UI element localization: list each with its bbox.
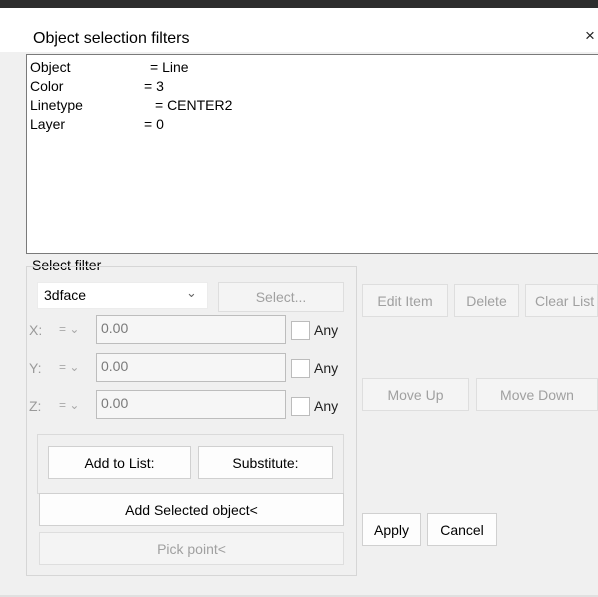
y-label: Y: (29, 360, 42, 376)
add-to-list-button[interactable]: Add to List: (48, 446, 191, 479)
filter-value: = Line (150, 59, 189, 75)
chevron-down-icon: ⌄ (69, 322, 80, 336)
z-any-checkbox[interactable] (291, 397, 310, 416)
edit-item-button[interactable]: Edit Item (362, 284, 448, 317)
z-any-label: Any (314, 398, 339, 414)
filter-key: Object (30, 59, 71, 75)
y-value-field[interactable]: 0.00 (96, 353, 286, 382)
add-selected-object-button[interactable]: Add Selected object< (39, 493, 344, 526)
x-label: X: (29, 322, 43, 338)
window-top-edge (0, 0, 598, 8)
title-bar: Object selection filters × (0, 8, 598, 52)
filter-type-value: 3dface (44, 287, 87, 303)
x-any-label: Any (314, 322, 339, 338)
select-button[interactable]: Select... (218, 282, 344, 312)
chevron-down-icon: ⌄ (69, 398, 80, 412)
z-operator-dropdown[interactable]: = ⌄ (59, 398, 79, 412)
z-label: Z: (29, 398, 42, 414)
filter-value: = 0 (144, 116, 164, 132)
filter-key: Linetype (30, 97, 83, 113)
filter-list-item[interactable]: Layer = 0 (30, 116, 164, 134)
z-value-field[interactable]: 0.00 (96, 390, 286, 419)
x-any-checkbox[interactable] (291, 321, 310, 340)
substitute-button[interactable]: Substitute: (198, 446, 333, 479)
chevron-down-icon: ⌄ (69, 360, 80, 374)
y-operator-dropdown[interactable]: = ⌄ (59, 360, 79, 374)
x-operator-value: = (59, 322, 67, 336)
filter-type-dropdown[interactable]: 3dface ⌄ (37, 282, 208, 309)
filter-key: Color (30, 78, 64, 94)
z-operator-value: = (59, 398, 67, 412)
y-any-checkbox[interactable] (291, 359, 310, 378)
filter-list-item[interactable]: Object = Line (30, 59, 189, 77)
apply-button[interactable]: Apply (362, 513, 421, 546)
filter-list-item[interactable]: Color = 3 (30, 78, 164, 96)
chevron-down-icon: ⌄ (186, 285, 197, 300)
close-icon[interactable]: × (585, 26, 595, 46)
x-value-field[interactable]: 0.00 (96, 315, 286, 344)
pick-point-button[interactable]: Pick point< (39, 532, 344, 565)
move-down-button[interactable]: Move Down (476, 378, 598, 411)
filter-list[interactable]: Object = Line Color = 3 Linetype = CENTE… (26, 54, 598, 254)
window-title: Object selection filters (33, 30, 190, 47)
cancel-button[interactable]: Cancel (427, 513, 497, 546)
select-filter-group (26, 266, 357, 576)
y-any-label: Any (314, 360, 339, 376)
clear-list-button[interactable]: Clear List (525, 284, 598, 317)
filter-value: = CENTER2 (155, 97, 233, 113)
filter-value: = 3 (144, 78, 164, 94)
x-operator-dropdown[interactable]: = ⌄ (59, 322, 79, 336)
move-up-button[interactable]: Move Up (362, 378, 469, 411)
y-operator-value: = (59, 360, 67, 374)
filter-list-item[interactable]: Linetype = CENTER2 (30, 97, 232, 115)
filter-key: Layer (30, 116, 66, 132)
delete-button[interactable]: Delete (454, 284, 519, 317)
